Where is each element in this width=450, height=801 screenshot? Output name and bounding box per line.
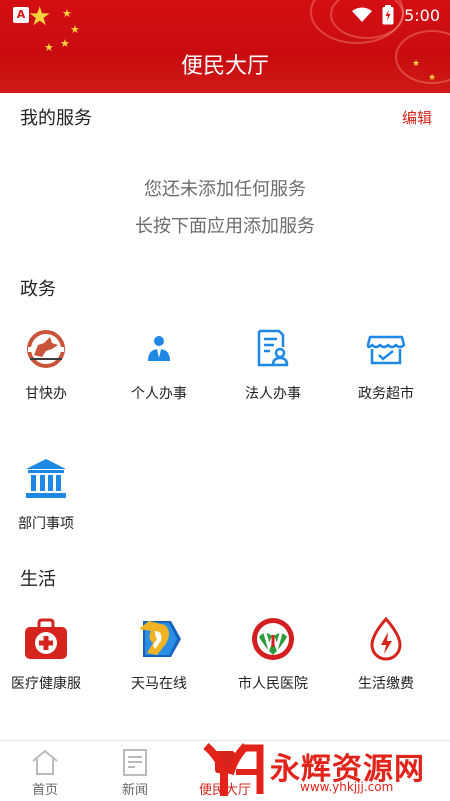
battery-icon [382, 5, 394, 25]
legal-person-document-icon [257, 329, 289, 367]
flag-star-icon: ★ [70, 23, 80, 36]
empty-message-line2: 长按下面应用添加服务 [135, 216, 315, 237]
app-header: ★ ★ ★ ★ ★ ★ ★ A 5:00 便民大厅 [0, 0, 450, 93]
flag-star-icon: ★ [62, 7, 72, 20]
service-label: 医疗健康服 [11, 676, 81, 692]
service-gan-kuai-ban[interactable]: 甘快办 [0, 325, 102, 403]
tianma-logo-icon [139, 621, 181, 657]
tab-news[interactable]: 新闻 [90, 741, 180, 801]
status-time: 5:00 [404, 5, 440, 25]
person-icon [148, 336, 170, 361]
status-right: 5:00 [352, 5, 440, 25]
home-icon [32, 749, 58, 775]
watermark-url: www.yhkjjj.com [300, 780, 394, 794]
service-label: 市人民医院 [238, 676, 308, 692]
service-medical-health[interactable]: 医疗健康服 [0, 615, 102, 693]
news-icon [123, 749, 147, 776]
service-label: 个人办事 [131, 386, 187, 402]
store-icon [366, 335, 406, 365]
empty-message-line1: 您还未添加任何服务 [144, 179, 306, 200]
service-label: 法人办事 [245, 386, 301, 402]
life-section-title: 生活 [20, 569, 56, 590]
edit-button[interactable]: 编辑 [402, 107, 432, 128]
service-personal-affairs[interactable]: 个人办事 [103, 325, 215, 403]
notification-app-icon: A [13, 7, 29, 23]
service-city-hospital[interactable]: 市人民医院 [217, 615, 329, 693]
my-services-title: 我的服务 [20, 108, 92, 129]
flag-star-icon: ★ [28, 2, 52, 32]
service-label: 部门事项 [18, 516, 74, 532]
service-label: 天马在线 [131, 676, 187, 692]
tab-home[interactable]: 首页 [0, 741, 90, 801]
service-label: 政务超市 [358, 386, 414, 402]
medical-kit-icon [25, 618, 67, 659]
page-title: 便民大厅 [180, 54, 269, 79]
gan-kuai-ban-logo-icon [27, 330, 65, 368]
hospital-logo-icon [252, 618, 294, 660]
tab-label: 新闻 [121, 783, 148, 798]
government-building-icon [26, 459, 66, 498]
service-government-supermarket[interactable]: 政务超市 [330, 325, 442, 403]
service-label: 生活缴费 [358, 676, 414, 692]
service-utility-payment[interactable]: 生活缴费 [330, 615, 442, 693]
service-tianma-online[interactable]: 天马在线 [103, 615, 215, 693]
service-legal-person-affairs[interactable]: 法人办事 [217, 325, 329, 403]
service-label: 甘快办 [25, 386, 67, 402]
utility-payment-icon [370, 616, 402, 661]
wifi-icon [352, 7, 373, 22]
tab-label: 首页 [31, 783, 58, 798]
service-department-items[interactable]: 部门事项 [0, 455, 102, 533]
government-section-title: 政务 [20, 279, 56, 300]
